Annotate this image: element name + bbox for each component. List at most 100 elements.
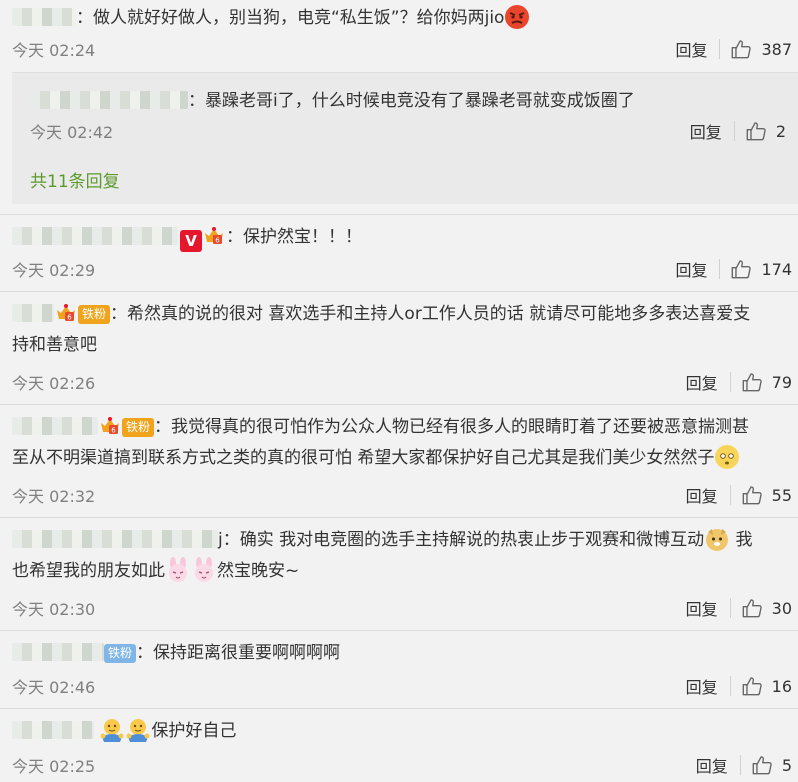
sub-reply-text: ：暴躁老哥i了，什么时候电竞没有了暴躁老哥就变成饭圈了 [188,91,635,111]
fan-crown-icon [55,303,77,323]
divider [0,404,798,405]
like-button[interactable]: 55 [741,484,792,506]
sub-reply-time: 今天 02:42 [30,123,114,142]
comment-text: ：希然真的说的很对 喜欢选手和主持人or工作人员的话 就请尽可能地多多表达喜爱支 [110,304,751,324]
meta-separator [719,259,721,279]
like-count: 79 [771,372,792,392]
thumbs-up-icon [741,597,763,619]
comment-time: 今天 02:26 [12,374,96,393]
like-count: 16 [771,676,792,696]
thumbs-up-icon [730,38,752,60]
bunny-emoji-icon [169,557,187,582]
like-button[interactable]: 16 [741,675,792,697]
comment-text: ：做人就好好做人，别当狗，电竞“私生饭”？给你妈两jio [76,8,505,28]
meta-separator [729,598,731,618]
thumbs-up-icon [745,120,767,142]
comment-time: 今天 02:29 [12,261,96,280]
comment-feed: ：做人就好好做人，别当狗，电竞“私生饭”？给你妈两jio 今天 02:24 回复… [0,0,798,782]
comment-text-row: 铁粉 ：希然真的说的很对 喜欢选手和主持人or工作人员的话 就请尽可能地多多表达喜… [12,299,788,361]
username-blurred[interactable] [12,304,54,322]
hug-emoji-icon [100,719,124,742]
comment-text: ：我觉得真的很可怕作为公众人物已经有很多人的眼睛盯着了还要被恶意揣测甚 [154,417,750,437]
comment-time: 今天 02:30 [12,600,96,619]
divider [0,214,798,215]
meta-separator [729,372,731,392]
reply-button[interactable]: 回复 [690,119,722,143]
comment-meta: 今天 02:30 回复 30 [12,595,792,621]
bunny-emoji-icon [195,557,213,582]
divider [0,708,798,709]
reply-button[interactable]: 回复 [686,370,718,394]
comment-text-tail: 我 [730,530,753,550]
username-blurred[interactable] [12,643,104,661]
reply-button[interactable]: 回复 [686,483,718,507]
comment-text: ：保护然宝！！！ [226,227,362,247]
doge-emoji-icon [706,529,729,551]
fan-crown-icon [203,226,225,246]
reply-button[interactable]: 回复 [675,37,707,61]
meta-separator [729,676,731,696]
flushed-face-emoji-icon [715,445,740,469]
comment-time: 今天 02:32 [12,487,96,506]
username-blurred[interactable] [12,721,94,739]
divider [0,630,798,631]
comment-text-row: j：确实 我对电竞圈的选手主持解说的热衷止步于观赛和微博互动 我 也希望我的朋友… [12,525,788,587]
comment-text-row: 铁粉 ：保持距离很重要啊啊啊啊 [12,638,788,669]
username-blurred[interactable] [30,91,188,109]
fan-crown-icon [99,416,121,436]
reply-button[interactable]: 回复 [696,753,728,777]
fan-badge: 铁粉 [104,644,137,663]
more-replies-link[interactable]: 共11条回复 [30,167,120,192]
divider [0,517,798,518]
thumbs-up-icon [751,754,773,776]
comment-meta: 今天 02:24 回复 387 [12,36,792,62]
meta-separator [733,121,735,141]
meta-separator [719,39,721,59]
comment-meta: 今天 02:26 回复 79 [12,369,792,395]
comment-meta: 今天 02:25 回复 5 [12,752,792,778]
username-blurred[interactable] [12,227,178,245]
like-button[interactable]: 387 [730,38,792,60]
like-button[interactable]: 79 [741,371,792,393]
comment-text-tail: 然宝晚安~ [217,561,300,581]
thumbs-up-icon [730,258,752,280]
like-count: 55 [771,485,792,505]
like-count: 30 [771,598,792,618]
comment-meta: 今天 02:46 回复 16 [12,673,792,699]
comment-time: 今天 02:46 [12,678,96,697]
divider [0,291,798,292]
sub-reply-text-row: ：暴躁老哥i了，什么时候电竞没有了暴躁老哥就变成饭圈了 [30,86,635,117]
thumbs-up-icon [741,484,763,506]
username-blurred[interactable] [12,8,76,26]
reply-button[interactable]: 回复 [675,257,707,281]
like-button[interactable]: 174 [730,258,792,280]
username-blurred[interactable] [12,417,98,435]
thumbs-up-icon [741,675,763,697]
comment-text: 保护好自己 [151,721,237,741]
angry-face-emoji-icon [505,5,530,29]
like-count: 387 [761,39,792,59]
comment-meta: 今天 02:29 回复 174 [12,256,792,282]
comment-text: ：确实 我对电竞圈的选手主持解说的热衷止步于观赛和微博互动 [222,530,705,550]
comment-meta: 今天 02:32 回复 55 [12,482,792,508]
reply-button[interactable]: 回复 [686,674,718,698]
like-button[interactable]: 2 [745,120,786,142]
like-button[interactable]: 30 [741,597,792,619]
reply-button[interactable]: 回复 [686,596,718,620]
comment-text-continued: 持和善意吧 [12,335,97,355]
thumbs-up-icon [741,371,763,393]
like-button[interactable]: 5 [751,754,792,776]
comment-time: 今天 02:24 [12,41,96,60]
comment-text-row: V ：保护然宝！！！ [12,222,788,253]
comment-text-row: 保护好自己 [12,716,788,747]
comment-text-row: 铁粉 ：我觉得真的很可怕作为公众人物已经有很多人的眼睛盯着了还要被恶意揣测甚 至从… [12,412,788,474]
comment-text-continued: 至从不明渠道搞到联系方式之类的真的很可怕 希望大家都保护好自己尤其是我们美少女然… [12,448,715,468]
like-count: 2 [775,121,786,141]
username-blurred[interactable] [12,530,218,548]
hug-emoji-icon [126,719,150,742]
sub-reply-meta: 今天 02:42 回复 2 [30,118,786,144]
fan-badge: 铁粉 [122,418,155,437]
comment-text: ：保持距离很重要啊啊啊啊 [136,643,341,663]
comment-text-row: ：做人就好好做人，别当狗，电竞“私生饭”？给你妈两jio [12,3,788,34]
fan-badge: 铁粉 [78,305,111,324]
